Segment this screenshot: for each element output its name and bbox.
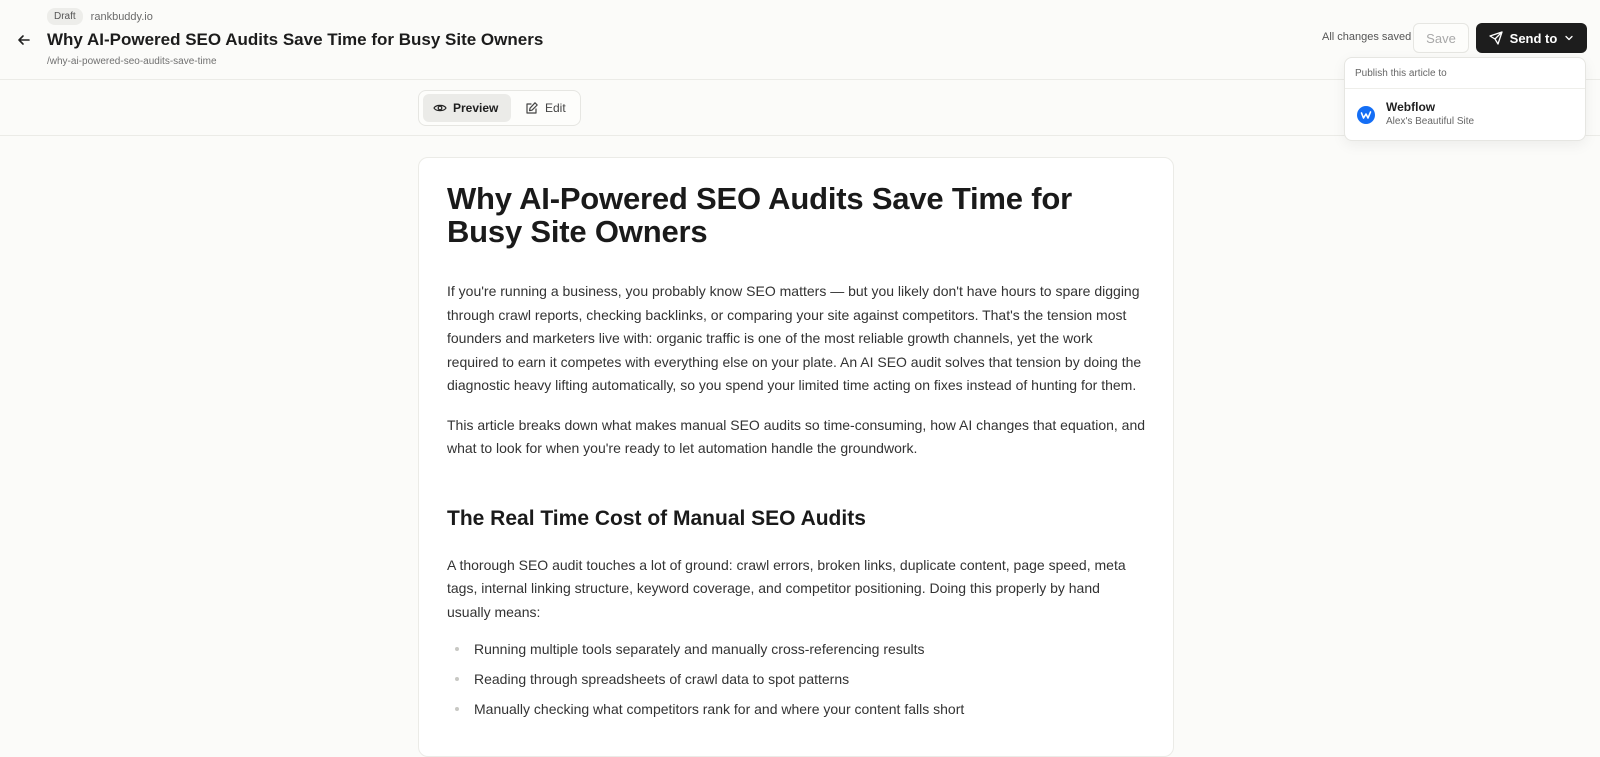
site-name: rankbuddy.io [90,10,153,23]
article-paragraph: If you're running a business, you probab… [447,283,1142,393]
status-badge: Draft [47,8,83,25]
edit-icon [526,102,538,114]
article-body: Why AI-Powered SEO Audits Save Time for … [447,182,1147,730]
page-title: Why AI-Powered SEO Audits Save Time for … [47,30,544,49]
bullet-list: Running multiple tools separately and ma… [447,640,1147,718]
tab-edit-label: Edit [545,101,566,115]
send-to-label: Send to [1509,30,1558,46]
tab-preview-label: Preview [453,101,499,115]
list-item: Running multiple tools separately and ma… [447,640,1147,658]
tab-preview[interactable]: Preview [423,94,511,122]
send-to-button[interactable]: Send to [1476,23,1587,53]
publish-menu-heading: Publish this article to [1355,68,1447,79]
divider [1345,88,1585,89]
send-icon [1489,31,1503,45]
arrow-left-icon [18,35,30,45]
publish-option-name: Webflow [1386,100,1436,114]
article-paragraph: This article breaks down what makes manu… [447,416,1146,457]
bullet-dot [455,647,459,651]
list-item: Manually checking what competitors rank … [447,700,1147,718]
save-button[interactable]: Save [1413,23,1469,53]
publish-menu: Publish this article to Webflow Alex's B… [1344,57,1586,141]
mode-toggle: Preview Edit [418,90,581,126]
list-item-text: Running multiple tools separately and ma… [474,641,925,657]
article-slug: /why-ai-powered-seo-audits-save-time [47,56,217,67]
publish-option-webflow[interactable]: Webflow Alex's Beautiful Site [1349,94,1581,136]
article-preview: Why AI-Powered SEO Audits Save Time for … [418,157,1174,757]
article-title: Why AI-Powered SEO Audits Save Time for … [447,181,1072,249]
chevron-down-icon [1565,35,1573,41]
save-status: All changes saved [1322,31,1412,43]
list-item-text: Manually checking what competitors rank … [474,701,965,717]
meta-row: Draft rankbuddy.io [47,8,153,25]
back-button[interactable] [12,28,36,52]
publish-option-subtitle: Alex's Beautiful Site [1386,116,1475,127]
list-item-text: Reading through spreadsheets of crawl da… [474,671,850,687]
article-paragraph: A thorough SEO audit touches a lot of gr… [447,556,1126,620]
list-item: Reading through spreadsheets of crawl da… [447,670,1147,688]
tab-edit[interactable]: Edit [515,94,577,122]
eye-icon [433,104,447,112]
bullet-dot [455,677,459,681]
webflow-logo-icon [1357,106,1375,124]
section-heading: The Real Time Cost of Manual SEO Audits [447,506,866,530]
bullet-dot [455,707,459,711]
